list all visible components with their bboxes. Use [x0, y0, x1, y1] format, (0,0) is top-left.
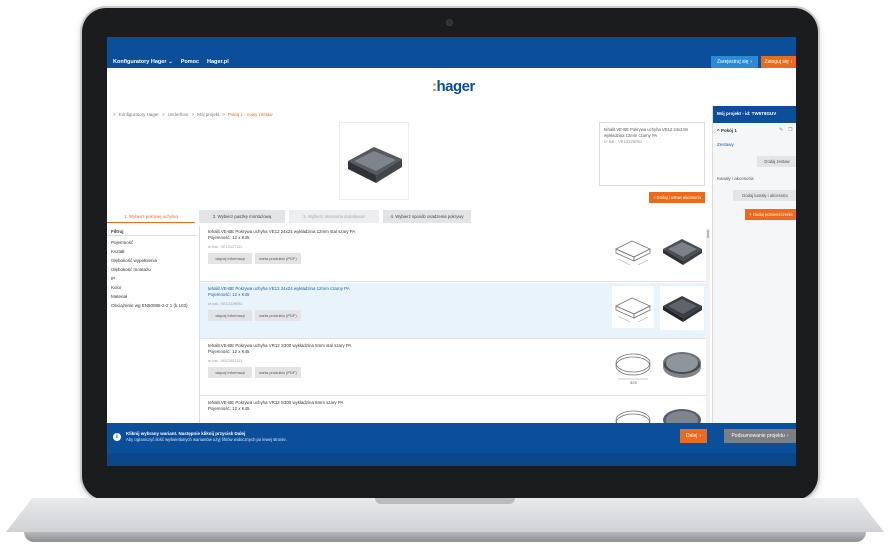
add-accessories-button[interactable]: + Dodaj i ustaw akcesoria — [649, 192, 705, 203]
product-pdf-button[interactable]: karta produktu (PDF) — [255, 367, 301, 378]
main-content: > Konfiguratory Hager > Underfloor > Mój… — [107, 106, 712, 431]
filter-capacity[interactable]: Pojemność — [107, 238, 197, 247]
more-info-button[interactable]: więcej informacji — [208, 310, 252, 321]
selected-product-details: tehalit.VE-BE Pokrywa uchyha VE12 24x24m… — [599, 122, 705, 186]
project-title: Mój projekt - id: TW5T8GUV — [713, 106, 796, 123]
add-set-button[interactable]: Dodaj zestaw — [757, 156, 796, 167]
filter-header: Filtruj — [107, 227, 197, 236]
product-photo — [660, 286, 704, 330]
breadcrumb-current: Pokój 1 - nowy zestaw — [227, 112, 273, 117]
product-pdf-button[interactable]: karta produktu (PDF) — [255, 310, 301, 321]
list-scrollbar[interactable] — [706, 228, 710, 428]
product-pdf-button[interactable]: karta produktu (PDF) — [255, 253, 301, 264]
filter-material[interactable]: Materiał — [107, 292, 197, 301]
breadcrumb: > Konfiguratory Hager > Underfloor > Mój… — [113, 112, 273, 117]
filter-shape[interactable]: Kształt — [107, 247, 197, 256]
filter-mount-depth[interactable]: Głębokość montażu — [107, 265, 197, 274]
copy-icon[interactable]: ❐ — [788, 127, 792, 133]
product-list: tehalit.VE-BE Pokrywa uchyha VE12 24x24 … — [199, 226, 709, 431]
list-item-selected[interactable]: tehalit.VE-BE Pokrywa uchyha VE12 24x24 … — [200, 283, 708, 339]
tab-step-3[interactable]: 3. Wybierz akcesoria dodatkowe — [289, 210, 379, 223]
breadcrumb-separator: > — [113, 112, 116, 117]
list-scrollbar-thumb[interactable] — [707, 230, 709, 238]
logo-header: :hager — [107, 68, 796, 106]
register-button[interactable]: Zarejestruj się › — [711, 56, 758, 68]
dimension-label: 325 — [630, 380, 637, 385]
info-icon: i — [113, 433, 121, 441]
channels-label: Kanały i akcesoria — [717, 176, 754, 181]
tab-step-1[interactable]: 1. Wybierz pokrywę uchylną — [107, 210, 195, 223]
product-photo — [663, 352, 701, 378]
hager-logo[interactable]: :hager — [432, 78, 475, 95]
product-drawing: 325 — [615, 353, 651, 385]
product-drawing — [612, 286, 654, 328]
breadcrumb-item[interactable]: Mój projekt — [197, 112, 219, 117]
nav-link-help[interactable]: Pomoc — [181, 59, 199, 65]
footer-bar: i Kliknij wybrany wariant. Następnie kli… — [107, 423, 796, 453]
filter-fill-depth[interactable]: Głębokość wypełnienia — [107, 256, 197, 265]
breadcrumb-item[interactable]: Underfloor — [168, 112, 189, 117]
webcam-icon — [446, 19, 453, 26]
bottom-strip — [107, 453, 796, 466]
login-button[interactable]: Zaloguj się › — [761, 56, 796, 68]
breadcrumb-separator: > — [222, 112, 225, 117]
next-button[interactable]: Dalej › — [680, 429, 707, 443]
project-side-panel: Mój projekt - id: TW5T8GUV ^ Pokój 1 ✎ ❐… — [712, 106, 796, 426]
breadcrumb-separator: > — [161, 112, 165, 117]
sets-link[interactable]: Zestawy — [717, 142, 734, 147]
footer-instruction: Kliknij wybrany wariant. Następnie klikn… — [126, 431, 246, 436]
list-item[interactable]: tehalit.VE-BE Pokrywa uchyha VR12 S300 w… — [200, 340, 708, 396]
project-summary-button[interactable]: Podsumowanie projektu › — [724, 429, 796, 443]
laptop-notch — [375, 498, 515, 504]
list-item[interactable]: tehalit.VE-BE Pokrywa uchyha VE12 24x24 … — [200, 226, 708, 282]
chevron-right-icon: › — [786, 433, 789, 439]
product-photo — [663, 239, 702, 265]
tab-step-2[interactable]: 2. Wybierz puszkę montażową — [199, 210, 285, 223]
filter-load[interactable]: Obciążenie wg EN50085-2-2 1 (k.103) — [107, 301, 197, 310]
more-info-button[interactable]: więcej informacji — [208, 253, 252, 264]
more-info-button[interactable]: więcej informacji — [208, 367, 252, 378]
step-tabs: 1. Wybierz pokrywę uchylną 2. Wybierz pu… — [107, 210, 471, 223]
product-drawing — [615, 240, 651, 266]
breadcrumb-item[interactable]: Konfiguratory Hager — [119, 112, 159, 117]
filter-color[interactable]: Kolor — [107, 283, 197, 292]
chevron-up-icon: ^ — [717, 128, 720, 133]
nav-link-hager[interactable]: Hager.pl — [207, 59, 229, 65]
laptop-base — [0, 498, 890, 548]
laptop-bottom-edge — [24, 532, 866, 542]
breadcrumb-separator: > — [191, 112, 195, 117]
nav-link-configurators[interactable]: Konfiguratory Hager ⌄ — [113, 59, 173, 65]
filter-ip[interactable]: IP — [107, 274, 197, 283]
chevron-down-icon: ⌄ — [168, 59, 173, 65]
chevron-right-icon: › — [790, 59, 793, 65]
selected-product-image — [339, 122, 409, 200]
filter-panel: Filtruj Pojemność Kształt Głębokość wype… — [107, 227, 197, 310]
tab-step-4[interactable]: 4. Wybierz sposób osadzenia pokrywy — [383, 210, 471, 223]
add-channels-button[interactable]: Dodaj kanały i akcesoria — [733, 190, 796, 201]
screen: Konfiguratory Hager ⌄ Pomoc Hager.pl Zare… — [107, 37, 796, 466]
edit-icon[interactable]: ✎ — [779, 127, 783, 133]
add-room-button[interactable]: + Dodaj pomieszczenie — [745, 209, 796, 220]
chevron-right-icon: › — [750, 59, 753, 65]
footer-hint: Aby ograniczyć ilość wyświetlanych waria… — [126, 437, 287, 442]
chevron-right-icon: › — [699, 433, 702, 439]
room-title[interactable]: ^ Pokój 1 — [717, 128, 737, 133]
